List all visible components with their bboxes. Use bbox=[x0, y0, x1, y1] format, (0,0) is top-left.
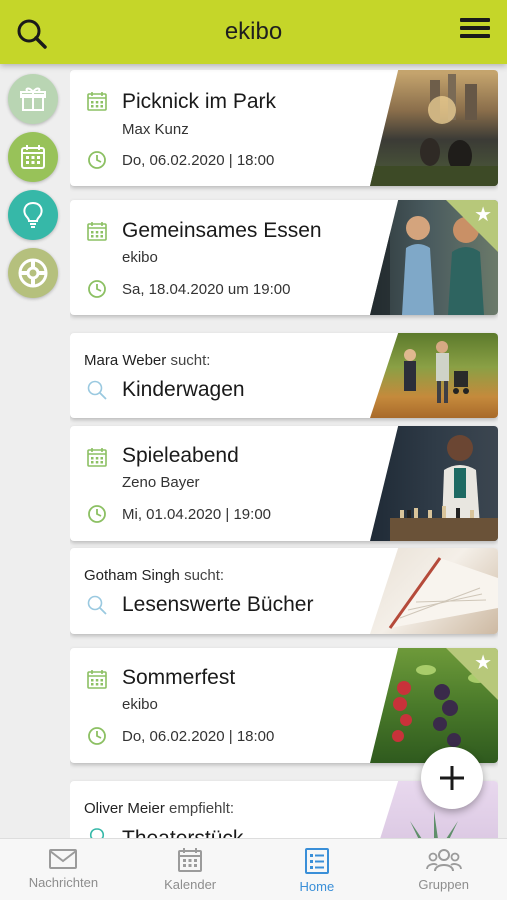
search-request-card[interactable]: Mara Weber sucht: Kinderwagen bbox=[70, 333, 498, 418]
plus-icon bbox=[440, 766, 464, 790]
event-organizer: ekibo bbox=[122, 249, 158, 266]
clock-icon bbox=[88, 505, 106, 523]
recommendation-title: Theaterstück bbox=[122, 827, 243, 838]
calendar-icon bbox=[87, 222, 107, 241]
event-title: Picknick im Park bbox=[122, 90, 277, 113]
event-title: Spieleabend bbox=[122, 444, 239, 467]
event-date: Do, 06.02.2020 | 18:00 bbox=[122, 728, 275, 745]
event-card[interactable]: Spieleabend Zeno Bayer Mi, 01.04.2020 | … bbox=[70, 426, 498, 541]
activity-feed: Picknick im Park Max Kunz Do, 06.02.2020… bbox=[70, 70, 498, 838]
tab-label: Kalender bbox=[164, 877, 217, 892]
request-author: Mara Weber sucht: bbox=[84, 352, 211, 369]
event-organizer: Max Kunz bbox=[122, 121, 189, 138]
tab-label: Home bbox=[299, 879, 335, 894]
calendar-icon bbox=[87, 92, 107, 111]
app-title: ekibo bbox=[224, 18, 283, 45]
category-filters bbox=[8, 74, 60, 306]
calendar-icon bbox=[178, 848, 203, 872]
calendar-icon bbox=[87, 448, 107, 467]
event-organizer: ekibo bbox=[122, 696, 158, 713]
event-card[interactable]: Gemeinsames Essen ekibo Sa, 18.04.2020 u… bbox=[70, 200, 498, 315]
event-image bbox=[370, 70, 498, 186]
clock-icon bbox=[88, 280, 106, 298]
add-button[interactable] bbox=[421, 747, 483, 809]
event-title: Sommerfest bbox=[122, 666, 236, 689]
request-image bbox=[370, 548, 498, 634]
recommendation-author: Oliver Meier empfiehlt: bbox=[84, 800, 235, 817]
hamburger-menu-icon[interactable] bbox=[458, 14, 494, 50]
gift-filter-button[interactable] bbox=[8, 74, 58, 124]
tab-gruppen[interactable]: Gruppen bbox=[380, 839, 507, 900]
clock-icon bbox=[88, 151, 106, 169]
tab-nachrichten[interactable]: Nachrichten bbox=[0, 839, 127, 900]
lifebuoy-icon bbox=[18, 258, 48, 288]
lightbulb-icon bbox=[89, 828, 105, 838]
bottom-navigation: Nachrichten Kalender Home Gruppen bbox=[0, 838, 507, 900]
event-image bbox=[370, 426, 498, 541]
event-date: Sa, 18.04.2020 um 19:00 bbox=[122, 281, 291, 298]
idea-filter-button[interactable] bbox=[8, 190, 58, 240]
tab-label: Nachrichten bbox=[28, 875, 99, 890]
lightbulb-icon bbox=[23, 201, 43, 228]
calendar-icon bbox=[21, 145, 45, 169]
star-icon: ★ bbox=[474, 652, 492, 674]
event-date: Do, 06.02.2020 | 18:00 bbox=[122, 152, 275, 169]
clock-icon bbox=[88, 727, 106, 745]
event-organizer: Zeno Bayer bbox=[122, 474, 200, 491]
request-author: Gotham Singh sucht: bbox=[84, 567, 225, 584]
star-icon: ★ bbox=[474, 204, 492, 226]
gift-icon bbox=[20, 87, 46, 111]
event-title: Gemeinsames Essen bbox=[122, 219, 322, 242]
help-filter-button[interactable] bbox=[8, 248, 58, 298]
calendar-filter-button[interactable] bbox=[8, 132, 58, 182]
tab-home[interactable]: Home bbox=[254, 839, 381, 900]
tab-label: Gruppen bbox=[418, 877, 469, 892]
event-date: Mi, 01.04.2020 | 19:00 bbox=[122, 506, 272, 523]
search-icon bbox=[87, 595, 107, 615]
app-header: ekibo bbox=[0, 0, 507, 64]
search-request-card[interactable]: Gotham Singh sucht: Lesenswerte Bücher bbox=[70, 548, 498, 634]
request-title: Lesenswerte Bücher bbox=[122, 593, 314, 616]
event-card[interactable]: Sommerfest ekibo Do, 06.02.2020 | 18:00 … bbox=[70, 648, 498, 763]
request-image bbox=[370, 333, 498, 418]
group-icon bbox=[425, 849, 462, 872]
event-card[interactable]: Picknick im Park Max Kunz Do, 06.02.2020… bbox=[70, 70, 498, 186]
calendar-icon bbox=[87, 670, 107, 689]
search-icon bbox=[87, 380, 107, 400]
list-icon bbox=[304, 848, 329, 874]
request-title: Kinderwagen bbox=[122, 378, 245, 401]
tab-kalender[interactable]: Kalender bbox=[127, 839, 254, 900]
envelope-icon bbox=[49, 849, 78, 869]
